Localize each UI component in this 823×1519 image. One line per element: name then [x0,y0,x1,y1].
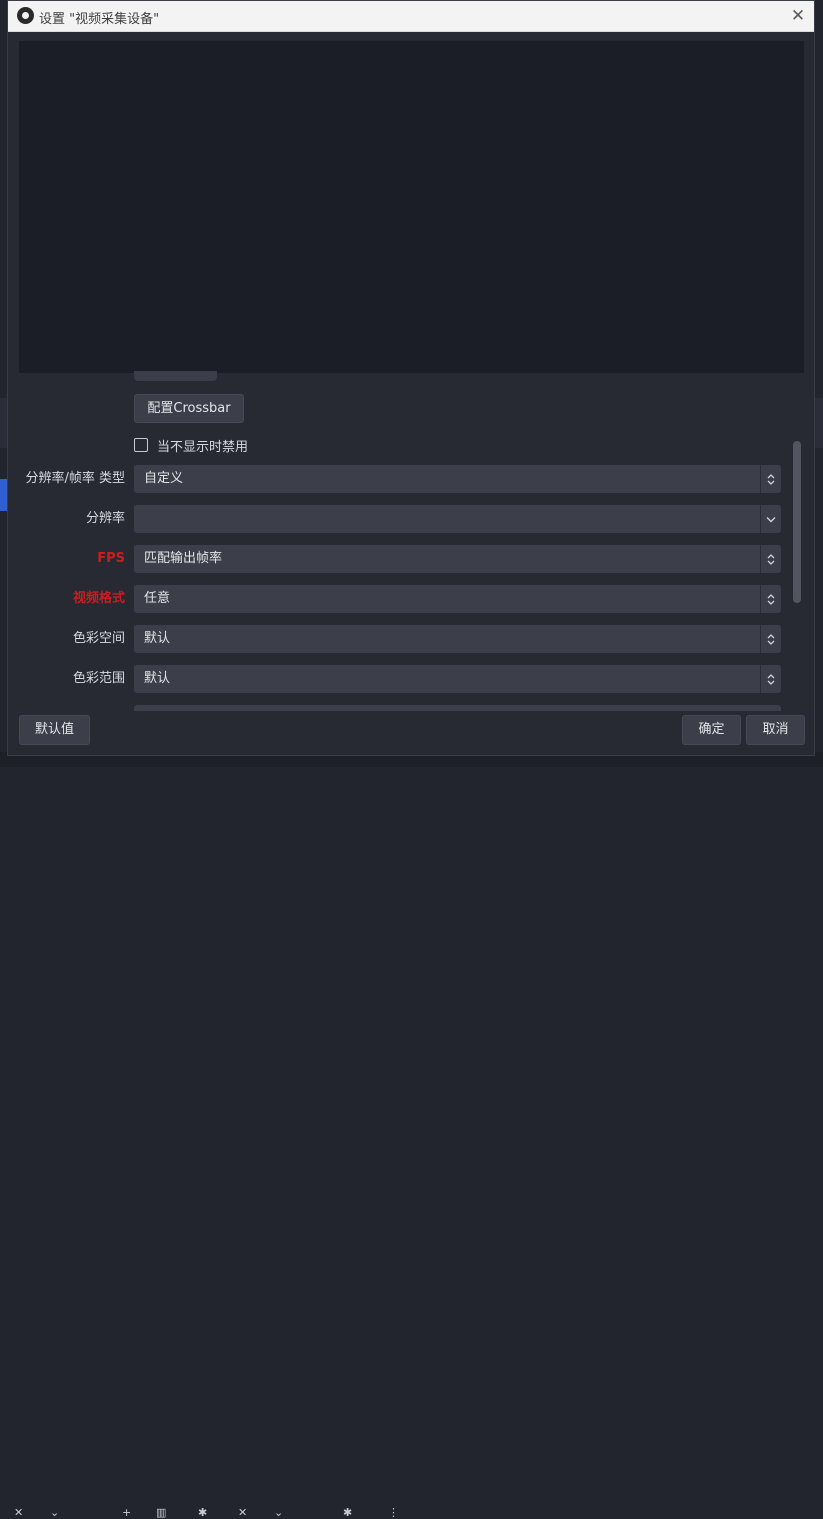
updown-chevron-icon[interactable] [760,465,781,493]
window-title: 设置 "视频采集设备" [39,12,160,27]
resolution-fps-type-value: 自定义 [144,471,184,486]
resolution-label: 分辨率 [85,511,125,526]
properties-dialog: 设置 "视频采集设备" ✕ 配置Crossbar 当不显示时禁用 分辨率/帧率 … [7,0,815,756]
updown-chevron-icon[interactable] [760,585,781,613]
updown-chevron-icon[interactable] [760,665,781,693]
deactivate-when-hidden-label: 当不显示时禁用 [157,439,249,455]
cancel-button[interactable]: 取消 [746,715,805,745]
ok-button[interactable]: 确定 [682,715,741,745]
bg-add-icon: + [122,1506,132,1519]
video-format-select[interactable]: 任意 [134,585,781,613]
bg-more-icon: ⋮ [388,1506,399,1519]
partial-select[interactable] [134,705,781,711]
bg-gear-icon: ✱ [198,1506,208,1519]
background-panel-right [815,398,823,448]
resolution-select[interactable] [134,505,781,533]
color-space-select[interactable]: 默认 [134,625,781,653]
obs-logo-icon [17,7,34,24]
color-range-label: 色彩范围 [72,671,125,686]
video-format-label: 视频格式 [72,591,125,606]
color-space-value: 默认 [144,631,171,646]
updown-chevron-icon[interactable] [760,625,781,653]
video-format-value: 任意 [144,591,171,606]
properties-scrollbar[interactable] [793,441,801,603]
updown-chevron-icon[interactable] [760,545,781,573]
partial-button[interactable] [134,371,217,381]
bg-trash-icon: ▥ [156,1506,167,1519]
bg-remove-icon-2: ✕ [238,1506,248,1519]
configure-crossbar-button[interactable]: 配置Crossbar [134,394,244,423]
close-icon[interactable]: ✕ [788,6,808,26]
chevron-down-icon[interactable] [760,505,781,533]
fps-select[interactable]: 匹配输出帧率 [134,545,781,573]
resolution-fps-type-label: 分辨率/帧率 类型 [25,471,125,486]
deactivate-when-hidden-row[interactable]: 当不显示时禁用 [134,435,248,455]
bg-gear-icon-2: ✱ [343,1506,353,1519]
video-preview [19,41,804,373]
fps-value: 匹配输出帧率 [144,551,223,566]
color-range-value: 默认 [144,671,171,686]
color-range-select[interactable]: 默认 [134,665,781,693]
deactivate-when-hidden-checkbox[interactable] [134,438,148,452]
color-space-label: 色彩空间 [72,631,125,646]
resolution-fps-type-select[interactable]: 自定义 [134,465,781,493]
bg-chevron-icon: ⌄ [50,1506,60,1519]
bg-chevron-icon-2: ⌄ [274,1506,284,1519]
title-bar: 设置 "视频采集设备" ✕ [8,1,814,32]
defaults-button[interactable]: 默认值 [19,715,90,745]
fps-label: FPS [97,551,125,566]
bg-remove-icon: ✕ [14,1506,24,1519]
